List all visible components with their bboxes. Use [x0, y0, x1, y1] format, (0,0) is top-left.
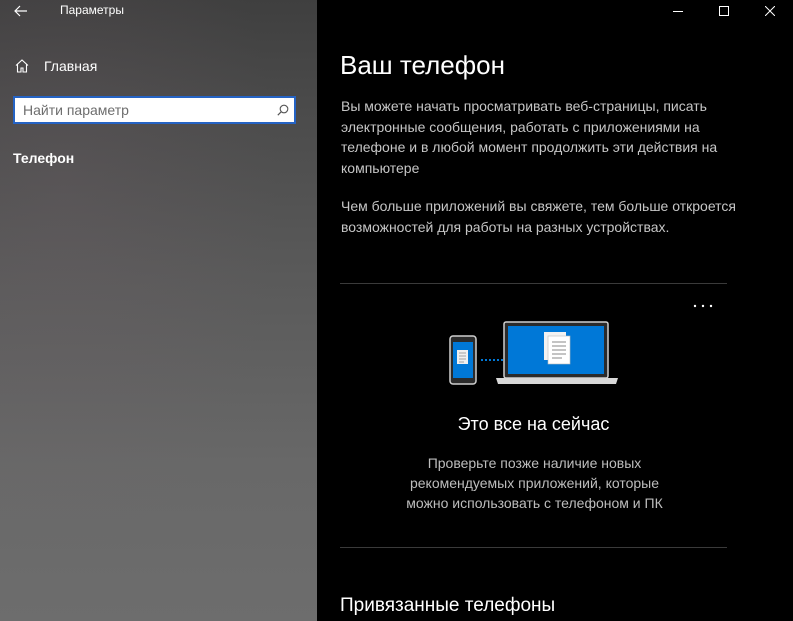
back-arrow-icon [14, 5, 27, 17]
divider-2 [340, 547, 727, 548]
search-field[interactable] [13, 96, 296, 124]
sidebar-section-phone: Телефон [13, 150, 75, 166]
more-icon [693, 304, 713, 308]
minimize-button[interactable] [655, 0, 701, 22]
card-description: Проверьте позже наличие новых рекомендуе… [406, 455, 663, 511]
home-link[interactable]: Главная [14, 56, 97, 76]
home-label: Главная [44, 58, 98, 74]
app-title: Параметры [60, 3, 124, 17]
main-content: Ваш телефон Вы можете начать просматрива… [317, 0, 793, 621]
maximize-button[interactable] [701, 0, 747, 22]
divider [340, 283, 727, 284]
description-paragraph: Вы можете начать просматривать веб-стран… [341, 98, 718, 176]
card-title: Это все на сейчас [457, 414, 610, 434]
search-icon[interactable] [272, 98, 294, 122]
maximize-icon [719, 6, 729, 16]
back-button[interactable] [6, 0, 36, 22]
home-icon [15, 59, 29, 73]
more-options-button[interactable] [689, 296, 717, 316]
phone-pc-illustration [445, 320, 620, 388]
titlebar-left: Параметры [0, 0, 317, 22]
page-title: Ваш телефон [340, 50, 505, 80]
close-icon [765, 6, 775, 16]
window-controls [655, 0, 793, 22]
search-input[interactable] [15, 98, 272, 122]
minimize-icon [673, 11, 683, 12]
sidebar: Параметры Главная Телефон [0, 0, 317, 621]
settings-window: Параметры Главная Телефон [0, 0, 793, 621]
close-button[interactable] [747, 0, 793, 22]
linked-phones-heading: Привязанные телефоны [340, 595, 556, 616]
description-paragraph-2: Чем больше приложений вы свяжете, тем бо… [341, 198, 736, 235]
